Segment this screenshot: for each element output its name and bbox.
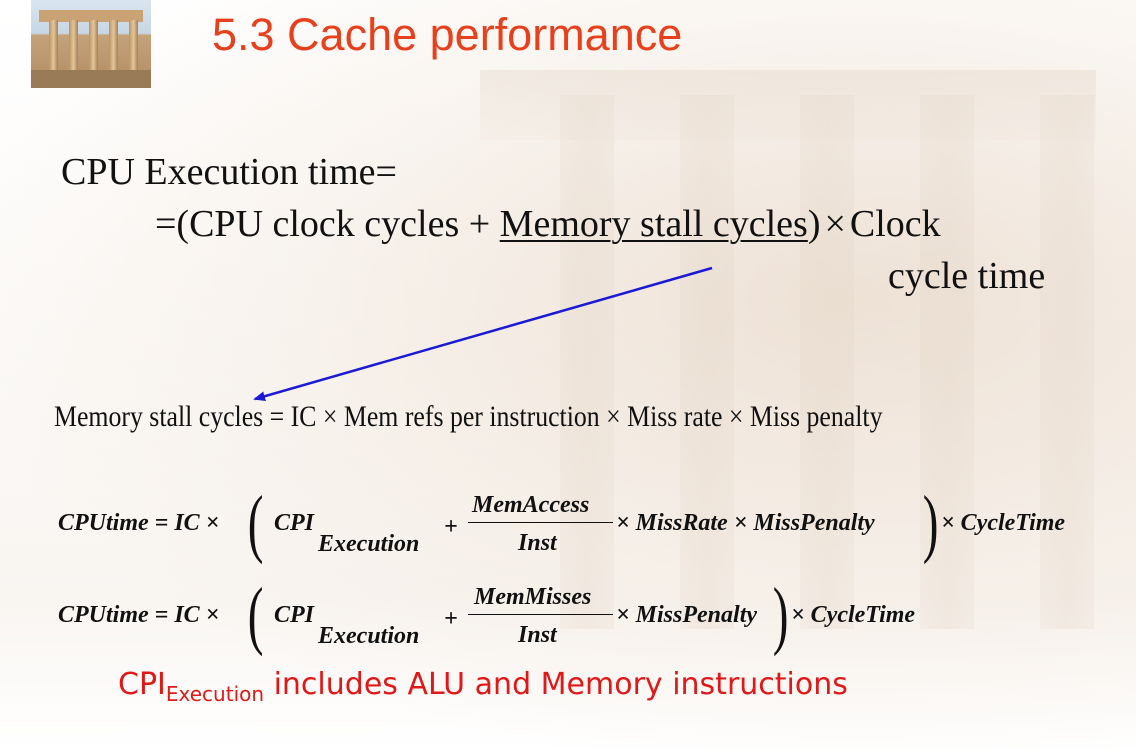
cpi-execution-note: CPIExecution includes ALU and Memory ins… (118, 667, 848, 706)
formula-cpi-sub: Execution (318, 531, 420, 557)
formula-lhs: CPUtime = IC × (58, 602, 220, 628)
left-paren: ( (247, 481, 264, 565)
formula-cpi: CPI (274, 510, 315, 536)
cpu-time-formula-misses: CPUtime = IC × ( CPI Execution + MemMiss… (58, 572, 1058, 662)
formula-plus: + (444, 606, 458, 632)
formula-rest: × MissPenalty (616, 602, 758, 628)
formula-plus: + (444, 514, 458, 540)
right-paren: ) (772, 573, 789, 657)
formula-tail: × CycleTime (791, 602, 916, 628)
formula-cpi: CPI (274, 602, 315, 628)
formula-tail: × CycleTime (941, 510, 1066, 536)
fraction-numerator: MemMisses (474, 584, 592, 610)
formula-lhs: CPUtime = IC × (58, 510, 220, 536)
formula-cpi-sub: Execution (318, 623, 420, 649)
note-text: includes ALU and Memory instructions (264, 667, 848, 702)
fraction-denominator: Inst (518, 530, 557, 556)
formula-rest: × MissRate × MissPenalty (616, 510, 875, 536)
cpu-time-formula-access: CPUtime = IC × ( CPI Execution + MemAcce… (58, 480, 1118, 570)
fraction-numerator: MemAccess (472, 492, 590, 518)
note-cpi-sub: Execution (165, 682, 265, 706)
memory-stall-formula: Memory stall cycles = IC × Mem refs per … (54, 400, 883, 433)
fraction-denominator: Inst (518, 622, 557, 648)
left-paren: ( (247, 573, 264, 657)
right-paren: ) (922, 481, 939, 565)
note-cpi: CPI (118, 667, 166, 702)
